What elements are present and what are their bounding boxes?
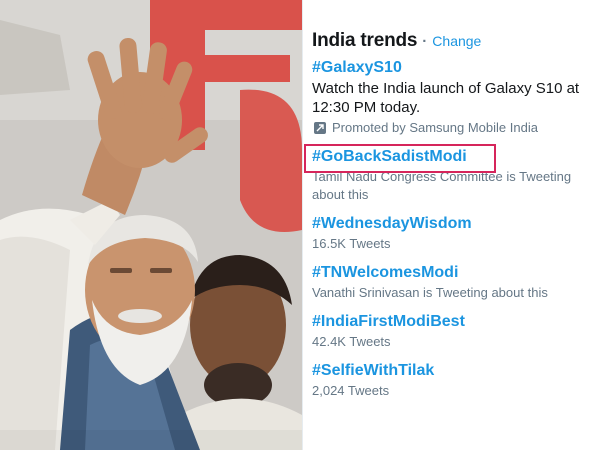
trend-item-tnwelcomesmodi[interactable]: #TNWelcomesModi Vanathi Srinivasan is Tw…	[312, 263, 600, 302]
trend-item-indiafirstmodibest[interactable]: #IndiaFirstModiBest 42.4K Tweets	[312, 312, 600, 351]
photo-panel	[0, 0, 302, 450]
trends-panel: India trends · Change #GalaxyS10 Watch t…	[303, 0, 600, 450]
trend-hashtag[interactable]: #TNWelcomesModi	[312, 263, 458, 283]
trend-hashtag[interactable]: #WednesdayWisdom	[312, 214, 472, 234]
trend-tweet-count: 42.4K Tweets	[312, 334, 391, 349]
trends-header: India trends · Change	[312, 30, 600, 52]
trend-tweet-count: 2,024 Tweets	[312, 383, 390, 398]
promoted-arrow-icon	[314, 122, 326, 134]
title-separator: ·	[422, 33, 428, 50]
trend-item-wednesdaywisdom[interactable]: #WednesdayWisdom 16.5K Tweets	[312, 214, 600, 253]
promoted-line: Promoted by Samsung Mobile India	[312, 119, 600, 137]
trend-tweet-count: 16.5K Tweets	[312, 236, 391, 251]
trend-hashtag[interactable]: #GalaxyS10	[312, 58, 402, 78]
trend-context: Tamil Nadu Congress Committee is Tweetin…	[312, 169, 572, 202]
trend-item-selfiewithtilak[interactable]: #SelfieWithTilak 2,024 Tweets	[312, 361, 600, 400]
trend-description: Watch the India launch of Galaxy S10 at …	[312, 80, 580, 116]
change-link[interactable]: Change	[432, 33, 481, 49]
trend-context: Vanathi Srinivasan is Tweeting about thi…	[312, 285, 548, 300]
trend-hashtag[interactable]: #SelfieWithTilak	[312, 361, 434, 381]
trend-hashtag[interactable]: #IndiaFirstModiBest	[312, 312, 465, 332]
trend-hashtag[interactable]: #GoBackSadistModi	[312, 147, 467, 167]
trend-item-galaxys10[interactable]: #GalaxyS10 Watch the India launch of Gal…	[312, 58, 600, 137]
promoted-label: Promoted by Samsung Mobile India	[332, 120, 538, 135]
trend-item-gobacksadistmodi[interactable]: #GoBackSadistModi Tamil Nadu Congress Co…	[304, 144, 600, 204]
trends-title: India trends	[312, 30, 418, 51]
rally-photo	[0, 0, 302, 450]
